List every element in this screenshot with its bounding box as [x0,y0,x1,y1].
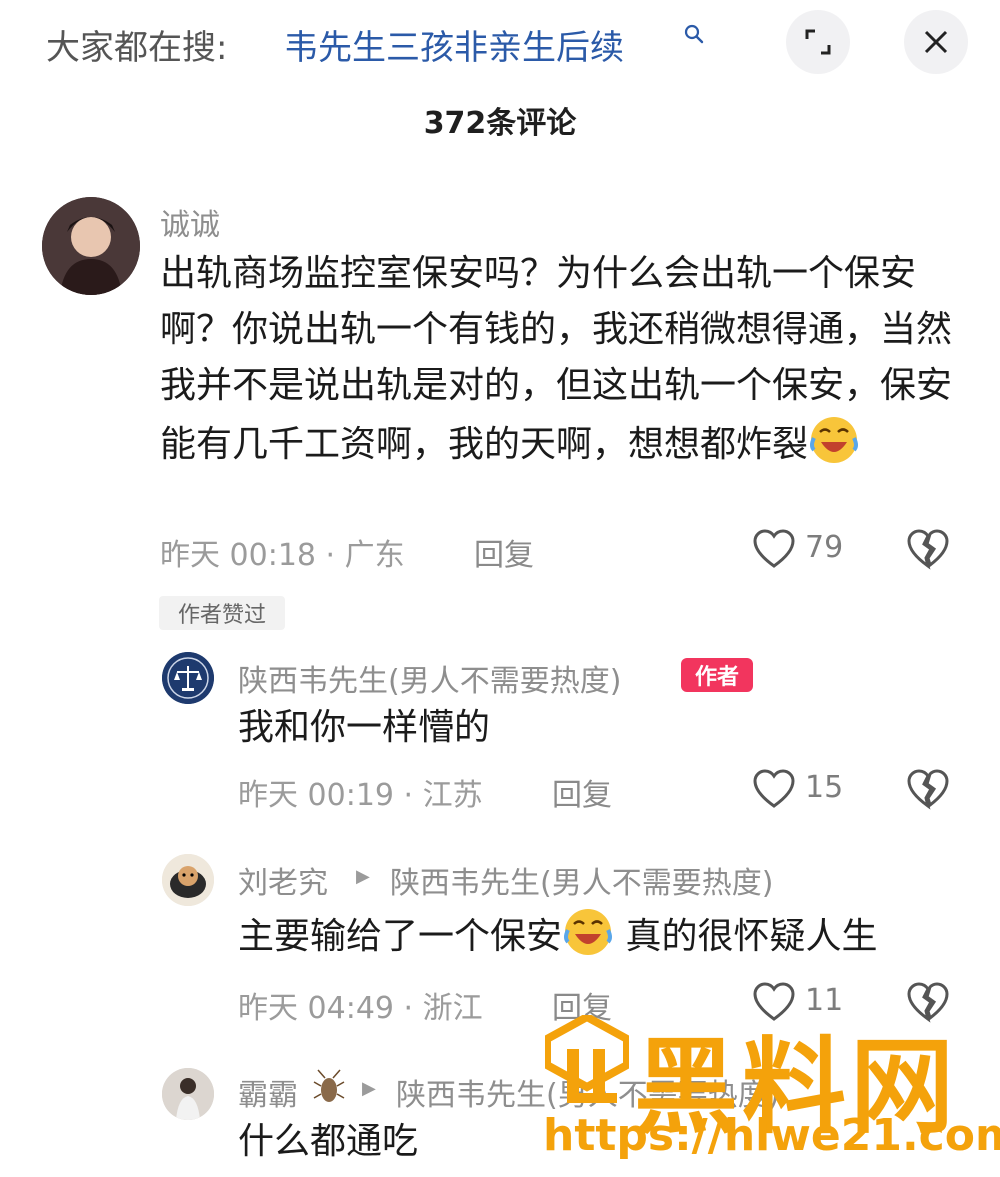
avatar[interactable] [162,854,214,906]
cockroach-icon [313,1069,345,1102]
expand-icon [805,29,831,55]
reply-meta: 昨天 00:19 · 江苏 [238,778,483,813]
laugh-cry-emoji [810,417,859,463]
heart-icon[interactable] [752,768,796,810]
search-icon[interactable] [684,24,704,51]
watermark-url: https://hlwe21.com [543,1110,1000,1161]
close-icon [924,30,948,54]
reply-to-username[interactable]: 陕西韦先生(男人不需要热度) [390,858,773,902]
like-count: 15 [805,770,844,805]
search-prefix: 大家都在搜: [46,28,228,68]
reply-username[interactable]: 刘老究 [238,858,328,902]
broken-heart-icon[interactable] [906,768,950,810]
reply-content: 我和你一样懵的 [238,707,491,748]
avatar[interactable] [162,652,214,704]
comment-username[interactable]: 诚诚 [160,200,220,244]
like-count: 79 [805,530,844,565]
top-bar: 大家都在搜: 韦先生三孩非亲生后续 [0,0,1000,90]
reply-arrow-icon: ▶ [356,866,370,887]
reply-username[interactable]: 霸霸 [238,1070,298,1114]
reply-username[interactable]: 陕西韦先生(男人不需要热度) [238,656,621,700]
reply-meta: 昨天 04:49 · 浙江 [238,991,483,1026]
expand-button[interactable] [786,10,850,74]
watermark-logo-icon [545,1015,629,1103]
avatar[interactable] [162,1068,214,1120]
trending-search-link[interactable]: 韦先生三孩非亲生后续 [284,20,624,69]
reply-button[interactable]: 回复 [474,530,534,574]
reply-arrow-icon: ▶ [362,1078,376,1099]
heart-icon[interactable] [752,528,796,570]
comment-count: 372条评论 [423,106,577,141]
reply-content: 主要输给了一个保安 真的很怀疑人生 [238,906,877,965]
reply-text-after: 真的很怀疑人生 [614,916,878,957]
author-liked-badge: 作者赞过 [159,596,285,630]
avatar[interactable] [42,197,140,295]
reply-text: 主要输给了一个保安 [238,916,563,957]
reply-button[interactable]: 回复 [552,770,612,814]
comment-content: 出轨商场监控室保安吗？为什么会出轨一个保安啊？你说出轨一个有钱的，我还稍微想得通… [160,246,960,473]
author-tag: 作者 [681,658,753,692]
close-button[interactable] [904,10,968,74]
laugh-cry-emoji [564,909,613,955]
broken-heart-icon[interactable] [906,528,950,570]
comment-meta: 昨天 00:18 · 广东 [160,538,405,573]
reply-content: 什么都通吃 [238,1121,419,1162]
